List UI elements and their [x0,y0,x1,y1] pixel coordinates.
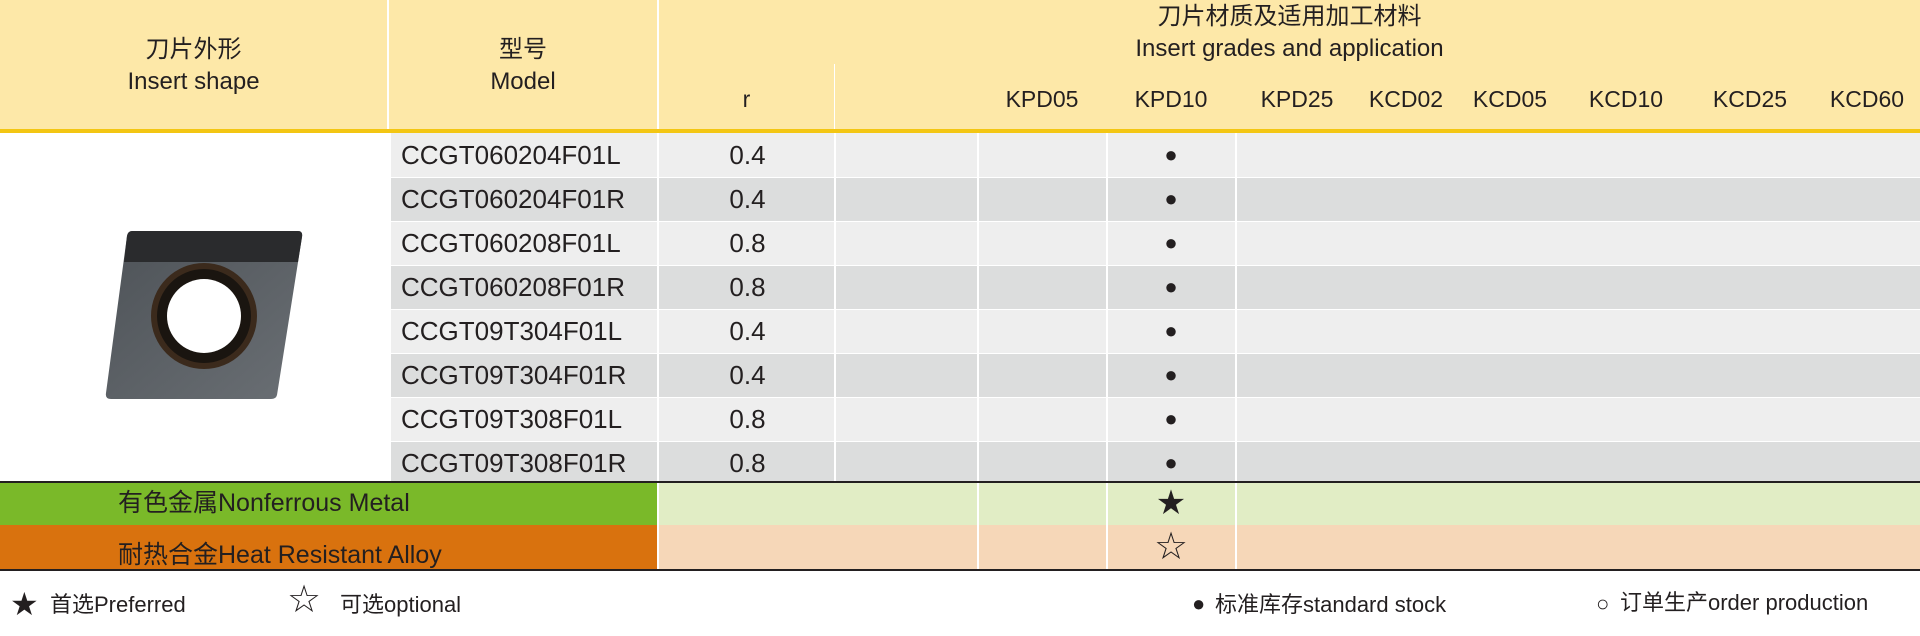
model-cell: CCGT09T308F01L [401,404,623,434]
column-header-kcd10: KCD10 [1588,86,1664,112]
kpd10-stock-mark: ● [1164,450,1178,475]
radius-cell: 0.8 [729,404,766,434]
kpd10-stock-mark: ● [1164,406,1178,431]
band-bottom-rule [0,569,1920,571]
row-separator [391,221,1920,222]
legend-order-circle-icon: ○ [1596,591,1610,616]
column-header-kpd25: KPD25 [1260,86,1334,112]
insert-shape-image [105,231,303,399]
column-header-kcd02: KCD02 [1368,86,1444,112]
column-header-kcd05: KCD05 [1472,86,1548,112]
model-cell: CCGT09T308F01R [401,448,627,478]
header-shape-zh: 刀片外形 [145,36,242,63]
kpd10-stock-mark: ● [1164,142,1178,167]
band-border-model [657,481,659,570]
row-separator [391,265,1920,266]
header-model: 型号 Model [389,34,657,98]
legend-stock-dot-icon: ● [1192,591,1206,616]
row-separator [391,353,1920,354]
nonferrous-preferred-mark: ★ [1155,484,1187,522]
radius-cell: 0.4 [729,360,766,390]
header-shape-en: Insert shape [127,68,260,95]
column-header-r: r [742,86,751,112]
band-border-kpd10 [1235,481,1237,570]
radius-cell: 0.4 [729,316,766,346]
row-separator [391,309,1920,310]
row-separator [391,397,1920,398]
header-divider-r [834,64,835,129]
kpd10-stock-mark: ● [1164,230,1178,255]
row-separator [391,441,1920,442]
model-cell: CCGT060208F01L [401,228,621,258]
header-grades: 刀片材质及适用加工材料 Insert grades and applicatio… [659,1,1920,65]
radius-cell: 0.8 [729,448,766,478]
legend-preferred-label: 首选Preferred [50,592,186,617]
column-header-kcd25: KCD25 [1712,86,1788,112]
radius-cell: 0.8 [729,272,766,302]
radius-cell: 0.4 [729,140,766,170]
model-cell: CCGT09T304F01R [401,360,627,390]
legend-optional-label: 可选optional [340,592,462,617]
kpd10-stock-mark: ● [1164,186,1178,211]
model-cell: CCGT09T304F01L [401,316,623,346]
legend-optional-star-icon: ☆ [287,579,322,621]
column-header-kcd60: KCD60 [1829,86,1905,112]
header-grades-en: Insert grades and application [1135,35,1444,62]
radius-cell: 0.8 [729,228,766,258]
header-model-en: Model [490,68,556,95]
band-border-blank [977,481,979,570]
legend-preferred-star-icon: ★ [10,586,39,622]
model-cell: CCGT060204F01R [401,184,625,214]
legend-stock-label: 标准库存standard stock [1215,592,1447,617]
kpd10-stock-mark: ● [1164,362,1178,387]
shape-column-border [387,133,389,481]
header-shape: 刀片外形 Insert shape [0,34,387,98]
model-cell: CCGT060208F01R [401,272,625,302]
model-cell: CCGT060204F01L [401,140,621,170]
column-header-kpd10: KPD10 [1134,86,1208,112]
band-border-kpd05 [1106,481,1108,570]
band-top-rule [0,481,1920,483]
row-separator [391,177,1920,178]
radius-cell: 0.4 [729,184,766,214]
legend-order-label: 订单生产order production [1620,590,1869,615]
heat-resistant-optional-mark: ☆ [1153,526,1189,568]
header-model-zh: 型号 [499,36,547,63]
nonferrous-label: 有色金属Nonferrous Metal [118,489,410,517]
column-header-kpd05: KPD05 [1005,86,1079,112]
kpd10-stock-mark: ● [1164,274,1178,299]
header-grades-zh: 刀片材质及适用加工材料 [1157,3,1422,30]
kpd10-stock-mark: ● [1164,318,1178,343]
